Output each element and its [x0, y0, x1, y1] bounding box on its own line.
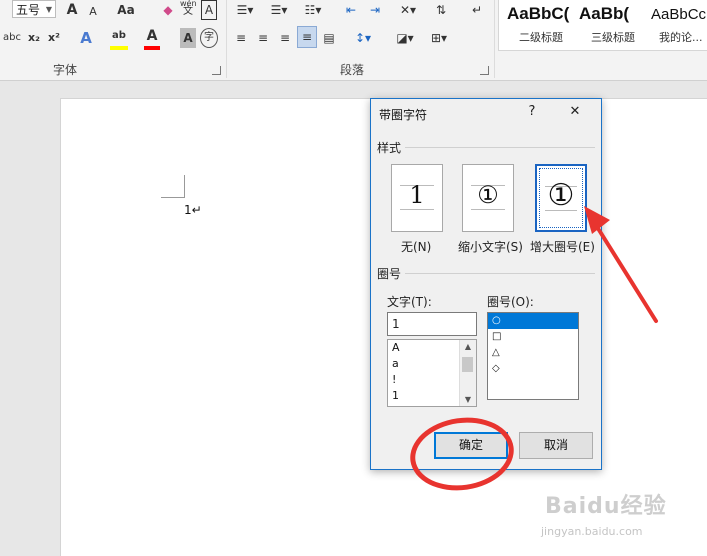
shrink-font-button[interactable]: A	[86, 2, 100, 22]
guide-line	[471, 209, 505, 210]
phonetic-guide-button[interactable]: wén 文	[180, 0, 197, 20]
group-separator	[226, 0, 227, 78]
char-shading-button[interactable]: A	[180, 28, 196, 48]
list-item[interactable]: ○	[488, 313, 578, 329]
char-border-button[interactable]: A	[201, 0, 217, 20]
strikethrough-button[interactable]: abc	[2, 28, 22, 48]
help-icon[interactable]: ?	[524, 104, 540, 119]
text-field-label: 文字(T):	[387, 295, 432, 309]
bullets-button[interactable]: ☰▾	[232, 0, 258, 20]
text-options-list[interactable]: A a ! 1 ▲ ▼	[387, 339, 477, 407]
style-option-glyph: ①	[477, 181, 499, 209]
phonetic-bottom: 文	[183, 6, 193, 17]
section-divider	[405, 273, 595, 274]
numbering-button[interactable]: ☰▾	[266, 0, 292, 20]
enclose-characters-button[interactable]: 字	[200, 28, 218, 48]
enclose-characters-dialog: 带圈字符 ? ✕ 样式 1 ① ① 无(N) 缩小文字(S) 增大圈号(E) 圈…	[370, 98, 602, 470]
borders-button[interactable]: ⊞▾	[426, 28, 452, 48]
section-divider	[405, 147, 595, 148]
group-separator	[494, 0, 495, 78]
show-marks-button[interactable]: ↵	[468, 0, 486, 20]
guide-line	[400, 209, 434, 210]
style-option-none[interactable]: 1	[391, 164, 443, 232]
style-option-glyph: ①	[547, 178, 575, 213]
scrollbar[interactable]: ▲ ▼	[459, 340, 476, 406]
document-text[interactable]: 1↵	[184, 203, 202, 217]
close-icon[interactable]: ✕	[567, 104, 583, 119]
list-item[interactable]: △	[488, 345, 578, 361]
dialog-title: 带圈字符	[379, 108, 428, 122]
style-item[interactable]: AaBb( 三级标题	[573, 0, 643, 48]
sort-button[interactable]: ⇅	[432, 0, 450, 20]
multilevel-list-button[interactable]: ☷▾	[300, 0, 326, 20]
ribbon: 五号 ▼ A A Aa ◆ wén 文 A abc x₂ x² A ab A A 字…	[0, 0, 707, 81]
justify-button[interactable]: ≡	[297, 26, 317, 48]
style-option-label[interactable]: 缩小文字(S)	[458, 238, 523, 255]
style-preview: AaBbCc	[651, 6, 707, 23]
style-name: 我的论...	[659, 31, 703, 44]
paragraph-group-label: 段落	[340, 63, 365, 77]
enclosure-options-list[interactable]: ○ □ △ ◇	[487, 312, 579, 400]
distributed-button[interactable]: ▤	[320, 28, 338, 48]
enclosure-field-label: 圈号(O):	[487, 295, 534, 309]
style-preview: AaBb(	[579, 4, 630, 23]
font-group-label: 字体	[53, 63, 78, 77]
scroll-down-icon[interactable]: ▼	[460, 395, 476, 404]
style-item[interactable]: AaBbCc 我的论...	[645, 0, 707, 48]
styles-gallery: AaBbC( 二级标题 AaBb( 三级标题 AaBbCc 我的论...	[498, 0, 707, 51]
cancel-button[interactable]: 取消	[519, 432, 593, 459]
change-case-button[interactable]: Aa	[113, 0, 139, 20]
pointer-arrow-annotation	[584, 206, 658, 323]
align-center-button[interactable]: ≡	[254, 28, 272, 48]
grow-font-button[interactable]: A	[64, 0, 80, 20]
style-preview: AaBbC(	[507, 4, 570, 23]
chevron-down-icon: ▼	[45, 5, 52, 14]
increase-indent-button[interactable]: ⇥	[366, 0, 384, 20]
shading-button[interactable]: ◪▾	[392, 28, 418, 48]
font-size-select[interactable]: 五号 ▼	[12, 0, 56, 18]
list-item[interactable]: ◇	[488, 361, 578, 377]
style-item[interactable]: AaBbC( 二级标题	[501, 0, 571, 48]
highlight-button[interactable]: ab	[110, 26, 128, 50]
chinese-layout-button[interactable]: ✕▾	[396, 0, 420, 20]
enclosure-section-label: 圈号	[377, 267, 402, 281]
style-option-label[interactable]: 无(N)	[401, 238, 431, 255]
font-color-button[interactable]: A	[144, 26, 160, 50]
font-dialog-launcher-icon[interactable]	[212, 66, 221, 75]
style-option-shrink-text[interactable]: ①	[462, 164, 514, 232]
font-size-value: 五号	[16, 3, 41, 17]
clear-format-button[interactable]: ◆	[159, 0, 177, 20]
decrease-indent-button[interactable]: ⇤	[342, 0, 360, 20]
watermark-url: jingyan.baidu.com	[541, 525, 643, 538]
superscript-button[interactable]: x²	[46, 28, 62, 48]
style-option-glyph: 1	[409, 181, 425, 209]
list-item[interactable]: □	[488, 329, 578, 345]
margin-corner-mark	[161, 175, 185, 198]
text-effects-button[interactable]: A	[78, 28, 94, 48]
style-name: 三级标题	[591, 31, 635, 44]
align-left-button[interactable]: ≡	[232, 28, 250, 48]
watermark-logo: Baidu经验	[545, 494, 667, 519]
style-name: 二级标题	[519, 31, 563, 44]
style-section-label: 样式	[377, 141, 402, 155]
paragraph-dialog-launcher-icon[interactable]	[480, 66, 489, 75]
text-input[interactable]: 1	[387, 312, 477, 336]
line-spacing-button[interactable]: ↕▾	[350, 28, 376, 48]
scroll-up-icon[interactable]: ▲	[460, 342, 476, 351]
align-right-button[interactable]: ≡	[276, 28, 294, 48]
scroll-thumb[interactable]	[462, 357, 473, 372]
subscript-button[interactable]: x₂	[26, 28, 42, 48]
